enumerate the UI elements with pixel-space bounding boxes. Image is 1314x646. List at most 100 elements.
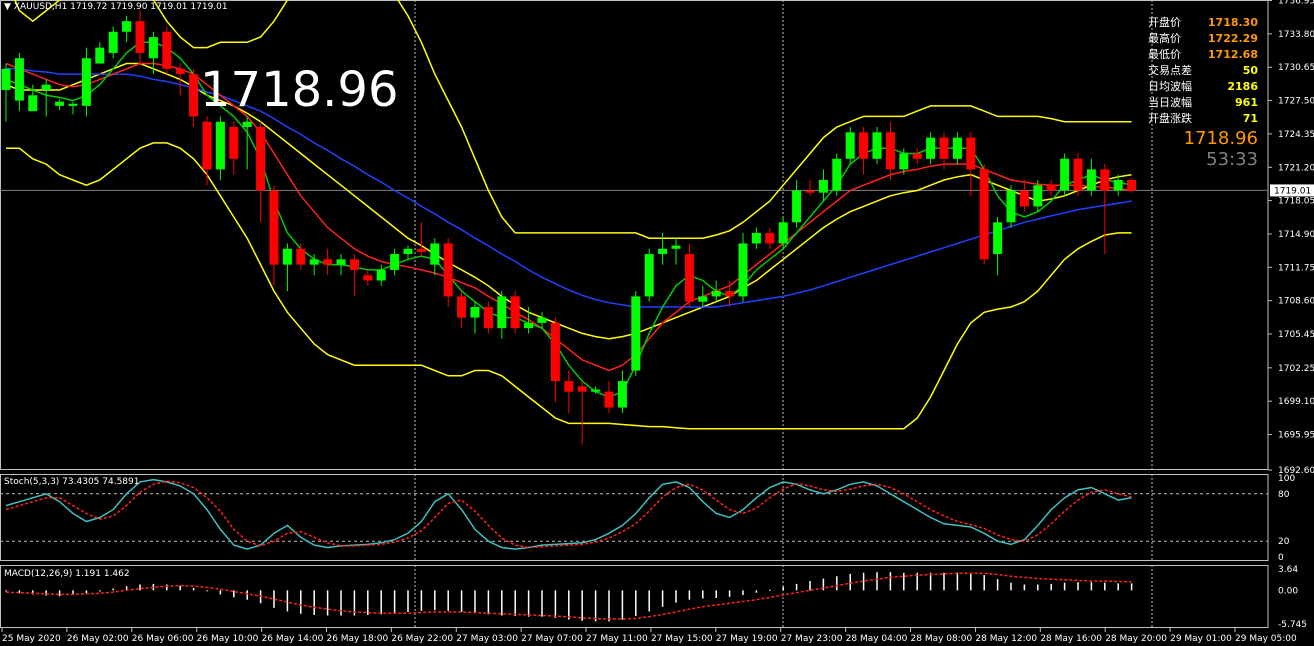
macd-histogram-bar [313, 590, 315, 615]
time-tick-label: 26 May 02:00 [67, 634, 129, 644]
info-row: 开盘价 1718.30 [1148, 15, 1258, 31]
candle-body [229, 127, 239, 159]
candle-body [885, 132, 895, 170]
candle-body [1086, 169, 1096, 191]
candle-body [323, 259, 333, 265]
macd-histogram-bar [407, 590, 409, 613]
candle-body [497, 296, 507, 329]
macd-histogram-bar [434, 590, 436, 611]
candle-body [631, 296, 641, 371]
macd-histogram-bar [621, 590, 624, 620]
candle-body [1073, 158, 1083, 191]
price-tick-label: 1705.45 [1278, 330, 1314, 340]
price-tick-label: 1736.95 [1278, 0, 1314, 7]
time-tick-label: 28 May 04:00 [846, 634, 908, 644]
stochastic-header: Stoch(5,3,3) 73.4305 74.5891 [4, 477, 140, 487]
candle-body [256, 127, 266, 191]
macd-histogram-bar [648, 590, 650, 612]
candle-body [564, 381, 574, 392]
dropdown-triangle-icon[interactable]: ▼ [4, 2, 11, 12]
macd-histogram-bar [460, 590, 463, 613]
macd-histogram-bar [139, 584, 141, 591]
candle-body [148, 37, 158, 59]
ma-slow-line [6, 68, 1132, 308]
macd-histogram-bar [581, 590, 583, 621]
macd-histogram-bar [1130, 583, 1133, 591]
macd-histogram-bar [5, 590, 7, 592]
price-tick-label: 1718.05 [1278, 197, 1314, 207]
candle-body [993, 222, 1003, 255]
time-tick-label: 27 May 15:00 [651, 634, 713, 644]
macd-histogram-bar [1023, 584, 1026, 591]
price-pane[interactable] [1, 0, 1137, 445]
candle-body [617, 381, 627, 408]
macd-histogram-bar [1077, 582, 1079, 591]
candle-body [912, 153, 922, 159]
candle-body [1006, 190, 1016, 223]
macd-histogram-bar [755, 590, 758, 593]
ma-mid-line [5, 62, 1132, 372]
price-tick-label: 1695.95 [1278, 431, 1314, 441]
time-tick-label: 27 May 11:00 [586, 634, 648, 644]
info-value: 1718.30 [1207, 16, 1258, 29]
info-row: 日均波幅 2186 [1148, 79, 1258, 95]
macd-histogram-bar [675, 590, 677, 603]
macd-histogram-bar [1010, 582, 1012, 591]
macd-histogram-bar [286, 590, 289, 612]
pane-border [0, 474, 1269, 561]
bollinger-upper [14, 0, 1132, 239]
candle-body [832, 158, 842, 191]
stoch-tick-label: 80 [1278, 490, 1290, 500]
macd-histogram-bar [876, 572, 878, 591]
macd-histogram-bar [45, 590, 47, 596]
candle-body [1060, 158, 1070, 191]
candle-body [122, 21, 132, 32]
macd-histogram-bar [514, 590, 516, 617]
macd-histogram-bar [1117, 583, 1119, 591]
info-label: 日均波幅 [1148, 80, 1192, 93]
stochastic-pane[interactable] [0, 478, 1268, 550]
macd-histogram-bar [501, 590, 503, 616]
macd-histogram-bar [206, 590, 208, 592]
stoch-tick-label: 0 [1278, 553, 1284, 563]
macd-histogram-bar [1104, 582, 1106, 591]
candle-body [684, 254, 694, 302]
candle-body [1019, 190, 1029, 207]
macd-histogram-bar [219, 590, 222, 595]
info-label: 开盘涨跌 [1148, 112, 1192, 125]
candle-body [390, 254, 400, 270]
price-tick-label: 1733.80 [1278, 30, 1314, 40]
macd-pane[interactable] [5, 572, 1133, 622]
stoch-tick-label: 100 [1278, 474, 1295, 484]
candle-body [1033, 185, 1043, 207]
price-tick-label: 1714.90 [1278, 230, 1314, 240]
macd-histogram-bar [742, 590, 744, 596]
macd-histogram-bar [635, 590, 637, 617]
candle-body [738, 243, 748, 297]
macd-histogram-bar [996, 579, 999, 591]
macd-histogram-bar [983, 575, 985, 591]
candle-body [751, 232, 761, 244]
candle-body [859, 132, 869, 159]
candle-body [1046, 185, 1056, 191]
time-tick-label: 29 May 05:00 [1235, 634, 1297, 644]
macd-histogram-bar [594, 590, 597, 622]
info-value: 1722.29 [1207, 32, 1258, 45]
candle-body [872, 132, 882, 159]
candle-body [443, 243, 453, 297]
candle-body [269, 190, 279, 265]
price-tick-label: 1708.60 [1278, 297, 1314, 307]
macd-histogram-bar [527, 590, 530, 617]
candle-body [282, 248, 292, 265]
candle-body [765, 232, 775, 244]
price-tick-label: 1699.10 [1278, 397, 1314, 407]
candle-body [792, 190, 802, 223]
candle-body [14, 58, 24, 101]
info-label: 开盘价 [1148, 16, 1181, 29]
macd-histogram-bar [380, 590, 382, 615]
candle-body [162, 31, 172, 69]
time-tick-label: 26 May 10:00 [197, 634, 259, 644]
macd-histogram-bar [862, 572, 865, 591]
axis-labels: 1736.95 1733.80 1730.65 1727.50 1724.35 1721.… [1, 0, 1314, 644]
time-tick-label: 29 May 01:00 [1170, 634, 1232, 644]
